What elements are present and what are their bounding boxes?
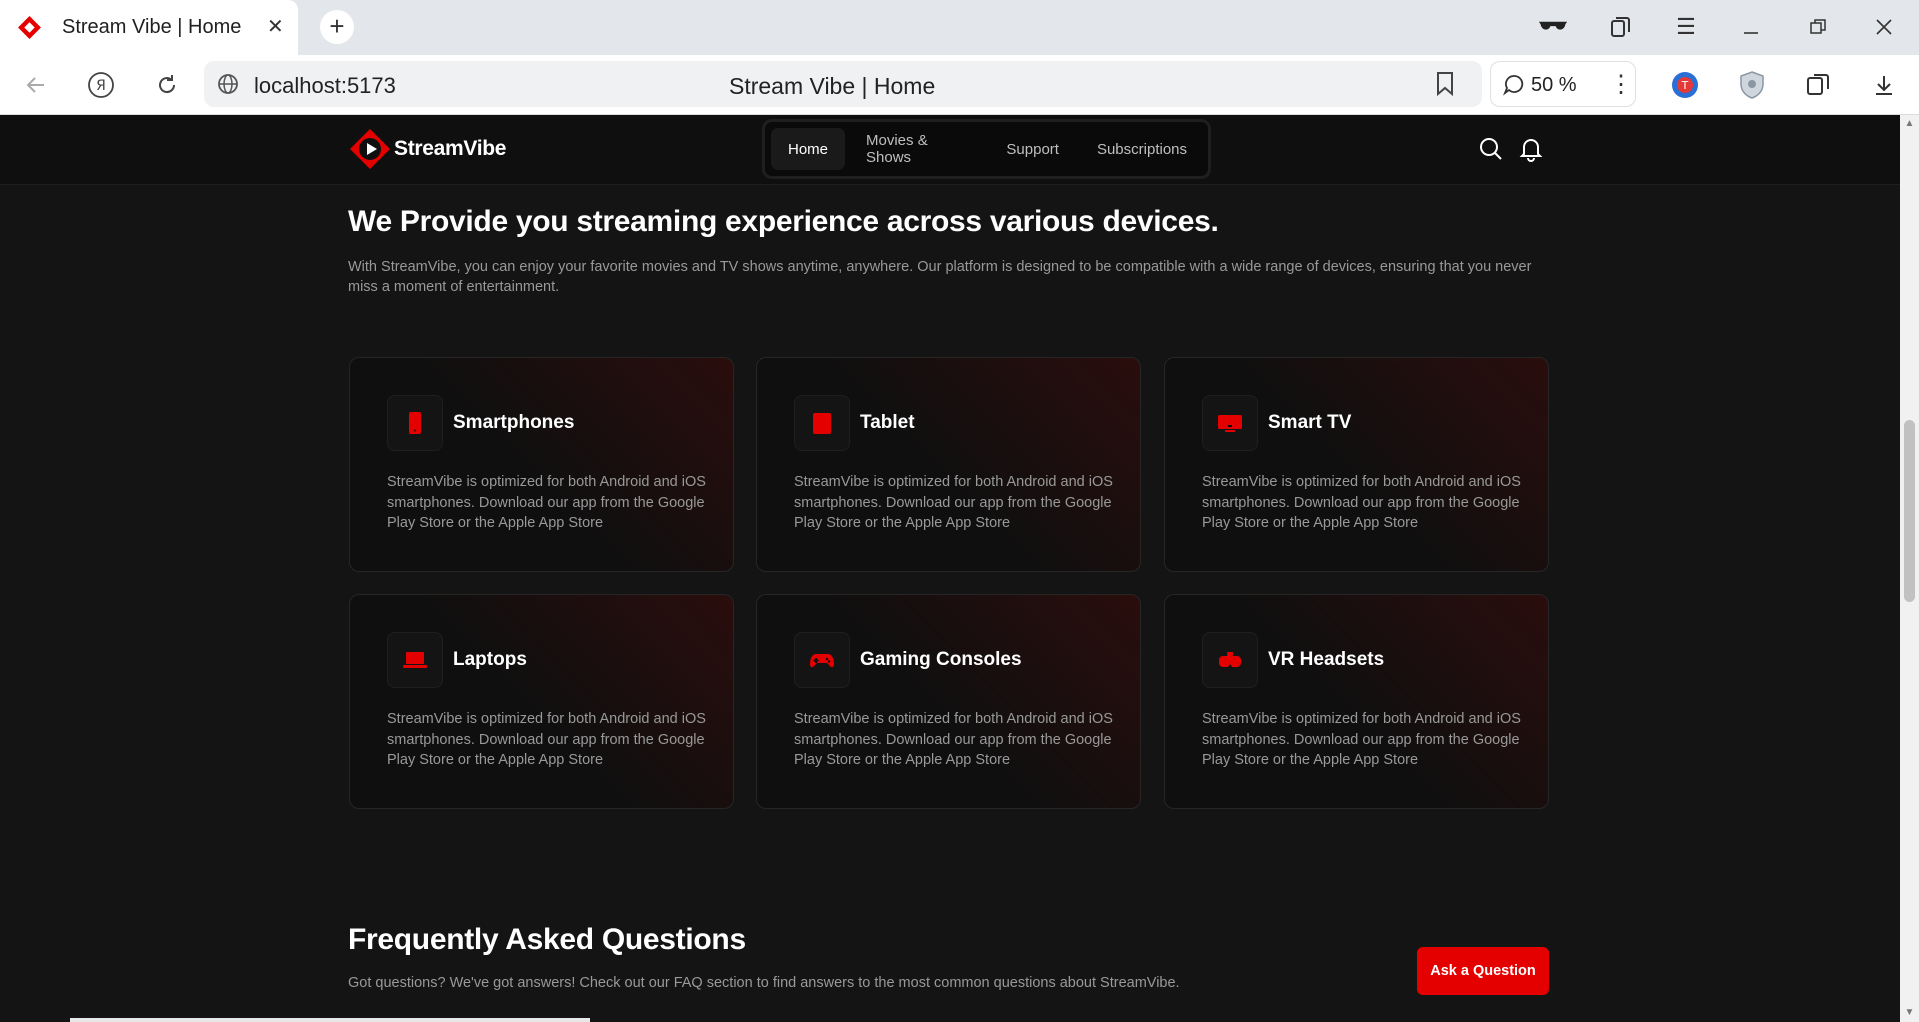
horizontal-scroll-indicator xyxy=(70,1018,590,1022)
scroll-down-arrow-icon[interactable]: ▼ xyxy=(1904,1008,1915,1018)
device-card-text: StreamVibe is optimized for both Android… xyxy=(794,711,1113,768)
svg-text:Я: Я xyxy=(96,78,106,94)
bookmarks-panel-icon[interactable] xyxy=(1605,12,1635,42)
web-page: StreamVibe Home Movies & Shows Support S… xyxy=(0,115,1900,1022)
tab-title: Stream Vibe | Home xyxy=(62,16,242,38)
search-icon[interactable] xyxy=(1478,136,1504,162)
svg-text:T: T xyxy=(1681,79,1689,92)
address-field[interactable]: localhost:5173 Stream Vibe | Home xyxy=(204,61,1482,107)
devices-section-description: With StreamVibe, you can enjoy your favo… xyxy=(348,259,1532,295)
bookmark-icon[interactable] xyxy=(1434,71,1456,97)
scroll-up-arrow-icon[interactable]: ▲ xyxy=(1904,119,1915,129)
device-card-title: Smartphones xyxy=(453,412,575,433)
browser-address-bar: Я localhost:5173 Stream Vibe | Home 50 %… xyxy=(0,55,1919,115)
tab-close-icon[interactable]: ✕ xyxy=(267,14,284,39)
streamvibe-logo-icon xyxy=(350,129,390,169)
zoom-chat-icon xyxy=(1503,75,1524,96)
translate-extension-icon[interactable]: T xyxy=(1670,70,1700,100)
incognito-glasses-icon[interactable] xyxy=(1538,12,1568,42)
page-title-in-address-bar: Stream Vibe | Home xyxy=(729,73,936,99)
device-card-tablet: Tablet StreamVibe is optimized for both … xyxy=(756,357,1141,572)
laptop-icon xyxy=(403,652,427,668)
shield-extension-icon[interactable] xyxy=(1737,70,1767,100)
yandex-home-icon[interactable]: Я xyxy=(86,70,116,100)
device-card-gaming-consoles: Gaming Consoles StreamVibe is optimized … xyxy=(756,594,1141,809)
tv-icon xyxy=(1218,415,1242,432)
faq-section-description: Got questions? We've got answers! Check … xyxy=(348,975,1180,991)
nav-item-movies-shows[interactable]: Movies & Shows xyxy=(849,128,985,170)
restore-icon[interactable] xyxy=(1803,12,1833,42)
nav-item-support[interactable]: Support xyxy=(989,128,1076,170)
device-card-text: StreamVibe is optimized for both Android… xyxy=(794,474,1113,531)
device-card-text: StreamVibe is optimized for both Android… xyxy=(1202,711,1521,768)
device-card-vr-headsets: VR Headsets StreamVibe is optimized for … xyxy=(1164,594,1549,809)
reload-icon[interactable] xyxy=(152,70,182,100)
nav-item-home[interactable]: Home xyxy=(771,128,846,170)
close-window-icon[interactable] xyxy=(1869,12,1899,42)
download-icon[interactable] xyxy=(1869,70,1899,100)
minimize-icon[interactable] xyxy=(1736,12,1766,42)
gamepad-icon xyxy=(810,654,834,668)
streamvibe-logo[interactable]: StreamVibe xyxy=(348,127,506,171)
site-favicon-icon xyxy=(18,16,41,39)
zoom-indicator[interactable]: 50 % ⋮ xyxy=(1490,61,1636,107)
device-card-laptops: Laptops StreamVibe is optimized for both… xyxy=(349,594,734,809)
device-card-smartphones: Smartphones StreamVibe is optimized for … xyxy=(349,357,734,572)
site-header: StreamVibe Home Movies & Shows Support S… xyxy=(0,115,1900,185)
vr-headset-icon xyxy=(1219,652,1241,667)
more-options-icon[interactable]: ⋮ xyxy=(1609,70,1633,99)
new-tab-button[interactable]: + xyxy=(320,10,354,44)
main-navigation: Home Movies & Shows Support Subscription… xyxy=(762,119,1211,179)
notification-bell-icon[interactable] xyxy=(1518,136,1544,162)
smartphone-icon xyxy=(409,412,421,434)
device-card-title: Laptops xyxy=(453,649,527,670)
faq-section-title: Frequently Asked Questions xyxy=(348,923,746,956)
page-scrollbar[interactable]: ▲ ▼ xyxy=(1900,115,1919,1022)
device-card-text: StreamVibe is optimized for both Android… xyxy=(1202,474,1521,531)
globe-icon xyxy=(218,74,238,94)
back-arrow-icon[interactable] xyxy=(21,70,51,100)
device-card-text: StreamVibe is optimized for both Android… xyxy=(387,474,706,531)
tablet-icon xyxy=(813,413,831,434)
browser-tab[interactable]: Stream Vibe | Home ✕ xyxy=(0,0,298,55)
browser-tab-bar: Stream Vibe | Home ✕ + ☰ xyxy=(0,0,1919,55)
url-text: localhost:5173 xyxy=(254,73,396,98)
menu-icon[interactable]: ☰ xyxy=(1671,12,1701,42)
logo-text: StreamVibe xyxy=(394,137,507,160)
device-card-title: VR Headsets xyxy=(1268,649,1385,670)
device-card-title: Gaming Consoles xyxy=(860,649,1022,670)
device-card-title: Tablet xyxy=(860,412,915,433)
zoom-level: 50 % xyxy=(1531,74,1577,96)
device-card-title: Smart TV xyxy=(1268,412,1352,433)
collections-icon[interactable] xyxy=(1803,70,1833,100)
ask-question-button[interactable]: Ask a Question xyxy=(1417,947,1549,995)
devices-section-title: We Provide you streaming experience acro… xyxy=(348,205,1219,238)
device-card-text: StreamVibe is optimized for both Android… xyxy=(387,711,706,768)
device-card-smart-tv: Smart TV StreamVibe is optimized for bot… xyxy=(1164,357,1549,572)
nav-item-subscriptions[interactable]: Subscriptions xyxy=(1080,128,1204,170)
scrollbar-thumb[interactable] xyxy=(1904,420,1915,602)
